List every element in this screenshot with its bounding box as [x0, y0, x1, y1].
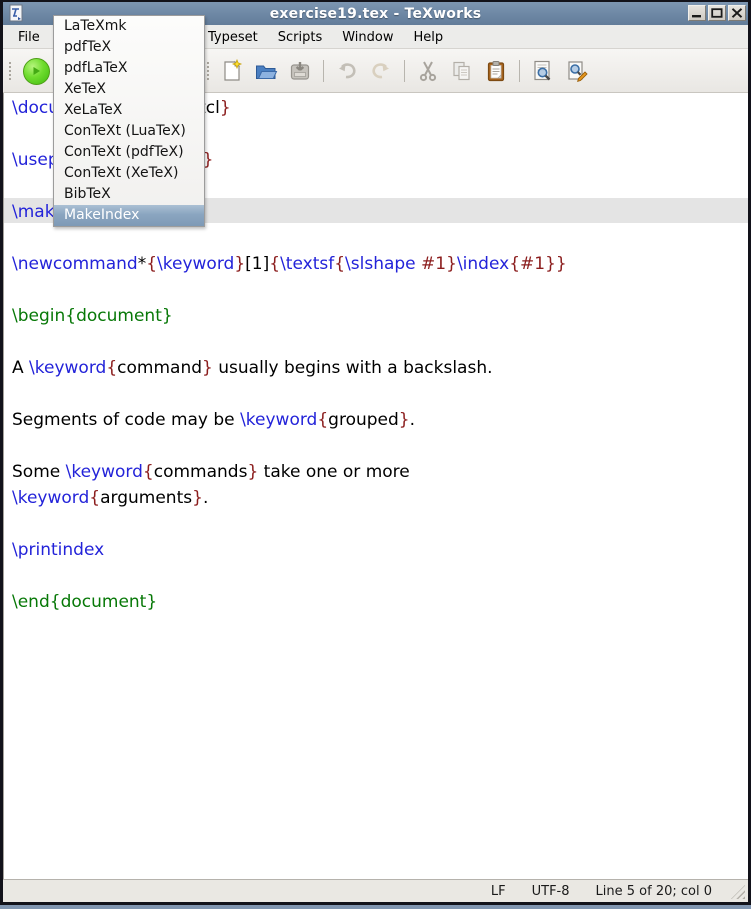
typeset-menu: LaTeXmkpdfTeXpdfLaTeXXeTeXXeLaTeXConTeXt… [53, 15, 205, 227]
resize-grip[interactable] [731, 885, 745, 899]
save-icon [288, 59, 312, 83]
typeset-menu-item-context-pdftex[interactable]: ConTeXt (pdfTeX) [54, 142, 204, 163]
code-line: \newcommand*{\keyword}[1]{\textsf{\slsha… [12, 251, 567, 277]
undo-button[interactable] [332, 56, 362, 86]
statusbar: LF UTF-8 Line 5 of 20; col 0 [3, 879, 748, 902]
menu-window[interactable]: Window [337, 30, 398, 45]
toolbar-typeset-group [9, 49, 51, 93]
code-line: Some \keyword{commands} take one or more [12, 459, 410, 485]
code-line: A \keyword{command} usually begins with … [12, 355, 493, 381]
cut-button[interactable] [413, 56, 443, 86]
typeset-menu-item-makeindex[interactable]: MakeIndex [54, 205, 204, 226]
find-replace-icon [565, 59, 589, 83]
cursor-position-indicator: Line 5 of 20; col 0 [596, 884, 712, 899]
cut-scissors-icon [416, 59, 440, 83]
menubar-right: Typeset Scripts Window Help [203, 25, 448, 49]
toolbar-drag-handle[interactable] [207, 62, 209, 80]
menu-scripts[interactable]: Scripts [273, 30, 327, 45]
copy-button[interactable] [447, 56, 477, 86]
menu-typeset[interactable]: Typeset [203, 30, 263, 45]
open-button[interactable] [251, 56, 281, 86]
toolbar-drag-handle[interactable] [9, 62, 11, 80]
redo-icon [369, 59, 393, 83]
maximize-button[interactable] [708, 5, 726, 21]
maximize-icon [711, 8, 723, 18]
close-icon [731, 8, 743, 18]
redo-button[interactable] [366, 56, 396, 86]
menu-file[interactable]: File [13, 30, 45, 45]
app-icon[interactable] [9, 4, 24, 23]
find-icon [531, 59, 555, 83]
copy-icon [450, 59, 474, 83]
save-button[interactable] [285, 56, 315, 86]
typeset-run-button[interactable] [21, 56, 51, 86]
window-frame: exercise19.tex - TeXworks File Edit Ty [0, 0, 751, 909]
code-line: \keyword{arguments}. [12, 485, 208, 511]
code-line: \end{document} [12, 589, 157, 615]
toolbar-separator [323, 60, 324, 82]
typeset-menu-item-pdflatex[interactable]: pdfLaTeX [54, 58, 204, 79]
play-icon [23, 58, 50, 85]
typeset-menu-item-context-xetex[interactable]: ConTeXt (XeTeX) [54, 163, 204, 184]
typeset-menu-item-latexmk[interactable]: LaTeXmk [54, 16, 204, 37]
replace-button[interactable] [562, 56, 592, 86]
typeset-menu-item-pdftex[interactable]: pdfTeX [54, 37, 204, 58]
minimize-button[interactable] [688, 5, 706, 21]
typeset-menu-item-context-luatex[interactable]: ConTeXt (LuaTeX) [54, 121, 204, 142]
minimize-icon [691, 8, 703, 18]
menu-help[interactable]: Help [408, 30, 448, 45]
toolbar-edit-group [207, 49, 592, 93]
line-ending-indicator: LF [491, 884, 506, 899]
typeset-menu-item-bibtex[interactable]: BibTeX [54, 184, 204, 205]
code-line: \printindex [12, 537, 104, 563]
window-controls [688, 5, 746, 21]
code-line: Segments of code may be \keyword{grouped… [12, 407, 415, 433]
toolbar-separator [519, 60, 520, 82]
new-document-button[interactable] [217, 56, 247, 86]
code-line: \begin{document} [12, 303, 173, 329]
open-folder-icon [254, 59, 278, 83]
find-button[interactable] [528, 56, 558, 86]
typeset-menu-item-xelatex[interactable]: XeLaTeX [54, 100, 204, 121]
undo-icon [335, 59, 359, 83]
encoding-indicator: UTF-8 [532, 884, 570, 899]
paste-clipboard-icon [484, 59, 508, 83]
paste-button[interactable] [481, 56, 511, 86]
close-button[interactable] [728, 5, 746, 21]
typeset-menu-item-xetex[interactable]: XeTeX [54, 79, 204, 100]
new-document-icon [220, 59, 244, 83]
toolbar-separator [404, 60, 405, 82]
